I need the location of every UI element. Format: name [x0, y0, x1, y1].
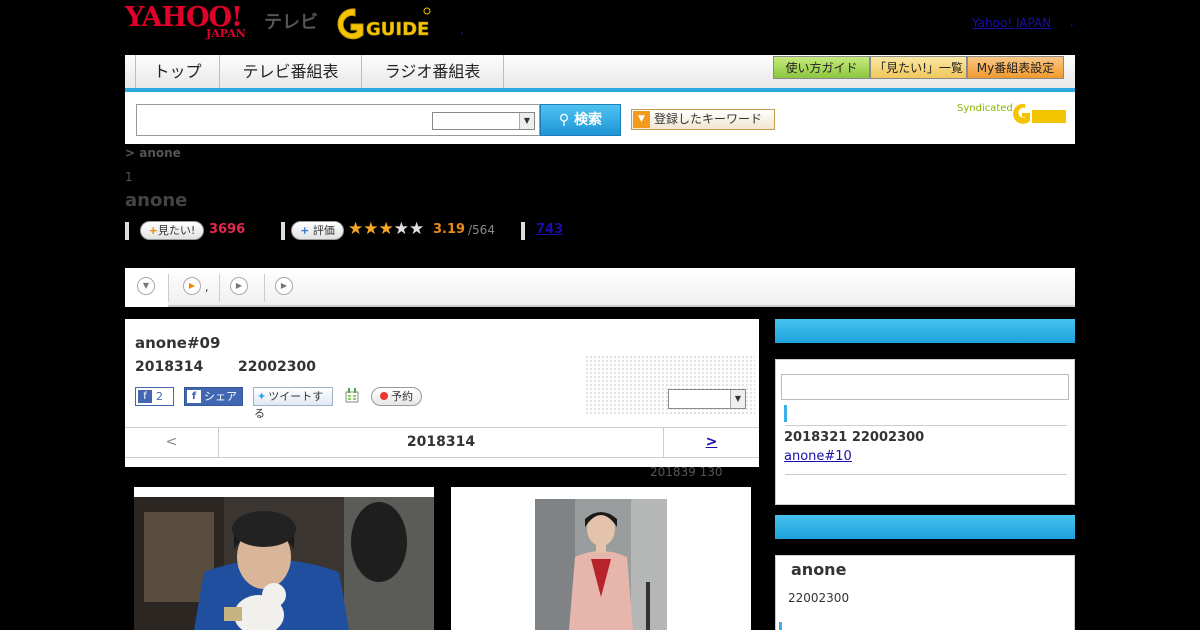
- tv-label[interactable]: テレビ: [264, 8, 318, 34]
- yahoo-japan-link[interactable]: Yahoo! JAPAN: [972, 16, 1051, 30]
- sidebar-program-title: anone: [791, 560, 847, 579]
- reserve-label: 予約: [391, 390, 413, 403]
- star-filled-icon: ★★★: [348, 219, 394, 239]
- syndicated-gguide-logo: [1013, 103, 1066, 124]
- star-empty-icon: ★★: [393, 219, 425, 239]
- tab-active[interactable]: ▼: [125, 268, 168, 307]
- nav-tab-top[interactable]: トップ: [135, 55, 220, 88]
- tab-3[interactable]: ▶: [220, 268, 264, 307]
- rating-score: 3.19: [433, 222, 466, 237]
- facebook-share-label: シェア: [204, 390, 237, 403]
- facebook-like-button[interactable]: f2: [135, 387, 174, 406]
- episode-note: 201839 130: [650, 465, 723, 479]
- rate-button-label: 評価: [312, 224, 335, 237]
- episode-select[interactable]: ▼: [668, 389, 746, 409]
- next-episode-title-link[interactable]: anone#10: [784, 449, 852, 464]
- next-episode-link[interactable]: >: [663, 428, 759, 457]
- nav-tab-tv-schedule[interactable]: テレビ番組表: [220, 55, 362, 88]
- play-icon: ▶: [230, 277, 248, 295]
- saved-keywords-label: 登録したキーワード: [654, 112, 763, 126]
- episode-date: 2018314: [135, 359, 204, 375]
- next-episode-datetime: 2018321 22002300: [784, 430, 925, 445]
- sidebar-program-time: 22002300: [788, 591, 850, 605]
- sidebar-header-2: [775, 515, 1075, 539]
- rating-count: /564: [468, 223, 495, 237]
- divider: [785, 425, 1067, 426]
- divider: [785, 474, 1067, 475]
- divider: [281, 222, 285, 240]
- facebook-share-button[interactable]: f シェア: [184, 387, 243, 406]
- program-tab-strip: ▼ ▶ , ▶ ▶: [125, 268, 1075, 307]
- episode-photo-1[interactable]: [134, 487, 434, 630]
- tweet-button[interactable]: ✦ ツイートする: [253, 387, 333, 420]
- my-schedule-settings-button[interactable]: My番組表設定: [967, 56, 1064, 79]
- twitter-bird-icon: ✦: [257, 390, 267, 403]
- episode-time: 22002300: [238, 359, 316, 375]
- section-marker: [779, 622, 782, 630]
- sidebar-header-1: [775, 319, 1075, 343]
- play-icon: ▶: [275, 277, 293, 295]
- yahoo-logo-japan: JAPAN: [206, 27, 246, 40]
- rate-button[interactable]: + 評価: [291, 221, 344, 240]
- syndicated-label: Syndicated: [957, 103, 1013, 114]
- episode-nav-date: 2018314: [406, 434, 476, 450]
- episode-photo-2[interactable]: [451, 487, 751, 630]
- header-dot: ,: [460, 22, 464, 36]
- sidebar-input[interactable]: [781, 374, 1069, 400]
- photo-1-image: [134, 497, 434, 630]
- yahoo-japan-dot: ,: [1070, 14, 1074, 28]
- tab-4[interactable]: ▶: [265, 268, 309, 307]
- sidebar-subheader-2: [775, 539, 1075, 555]
- star-rating: ★★★★★: [348, 219, 424, 239]
- want-button[interactable]: +見たい!: [140, 221, 204, 240]
- nav-tab-radio-schedule[interactable]: ラジオ番組表: [362, 55, 504, 88]
- want-list-button[interactable]: 「見たい!」一覧: [870, 56, 967, 79]
- tab-2-label: ,: [205, 281, 209, 294]
- review-count-link[interactable]: 743: [536, 222, 563, 237]
- tab-2[interactable]: ▶ ,: [169, 268, 219, 307]
- facebook-icon: f: [138, 390, 152, 403]
- previous-episode-button[interactable]: <: [125, 428, 219, 457]
- chevron-down-icon: ▼: [730, 390, 745, 408]
- gguide-logo[interactable]: GUIDE: [333, 5, 431, 43]
- chevron-down-icon: ▼: [137, 277, 155, 295]
- program-count: 1: [125, 170, 133, 184]
- facebook-icon: f: [187, 390, 201, 403]
- search-button-label: 検索: [574, 112, 603, 128]
- chevron-down-icon: ▼: [519, 113, 534, 129]
- episode-title: anone#09: [135, 334, 221, 352]
- page-title: anone: [125, 190, 188, 211]
- reserve-button[interactable]: 予約: [371, 387, 422, 406]
- plus-icon: +: [300, 224, 310, 237]
- breadcrumb: > anone: [125, 146, 181, 160]
- main-nav: トップ テレビ番組表 ラジオ番組表 使い方ガイド 「見たい!」一覧 My番組表設…: [125, 55, 1075, 92]
- saved-keywords-button[interactable]: ▼ 登録したキーワード: [631, 109, 775, 130]
- guide-button[interactable]: 使い方ガイド: [773, 56, 870, 79]
- facebook-like-count: 2: [156, 390, 163, 403]
- sidebar-subheader-1: [775, 343, 1075, 359]
- triangle-down-icon: ▼: [633, 111, 650, 128]
- plus-icon: +: [148, 224, 158, 237]
- record-icon: [380, 392, 388, 400]
- divider: [521, 222, 525, 240]
- play-icon: ▶: [183, 277, 201, 295]
- want-button-label: 見たい!: [157, 224, 196, 237]
- photo-2-image: [535, 499, 667, 630]
- gguide-text: GUIDE: [366, 19, 429, 40]
- search-button[interactable]: ⚲ 検索: [540, 104, 621, 136]
- section-marker: [784, 405, 787, 422]
- add-to-list-icon[interactable]: [345, 388, 359, 403]
- want-count: 3696: [209, 222, 246, 237]
- search-icon: ⚲: [558, 112, 575, 128]
- divider: [125, 222, 129, 240]
- search-category-select[interactable]: ▼: [432, 112, 535, 130]
